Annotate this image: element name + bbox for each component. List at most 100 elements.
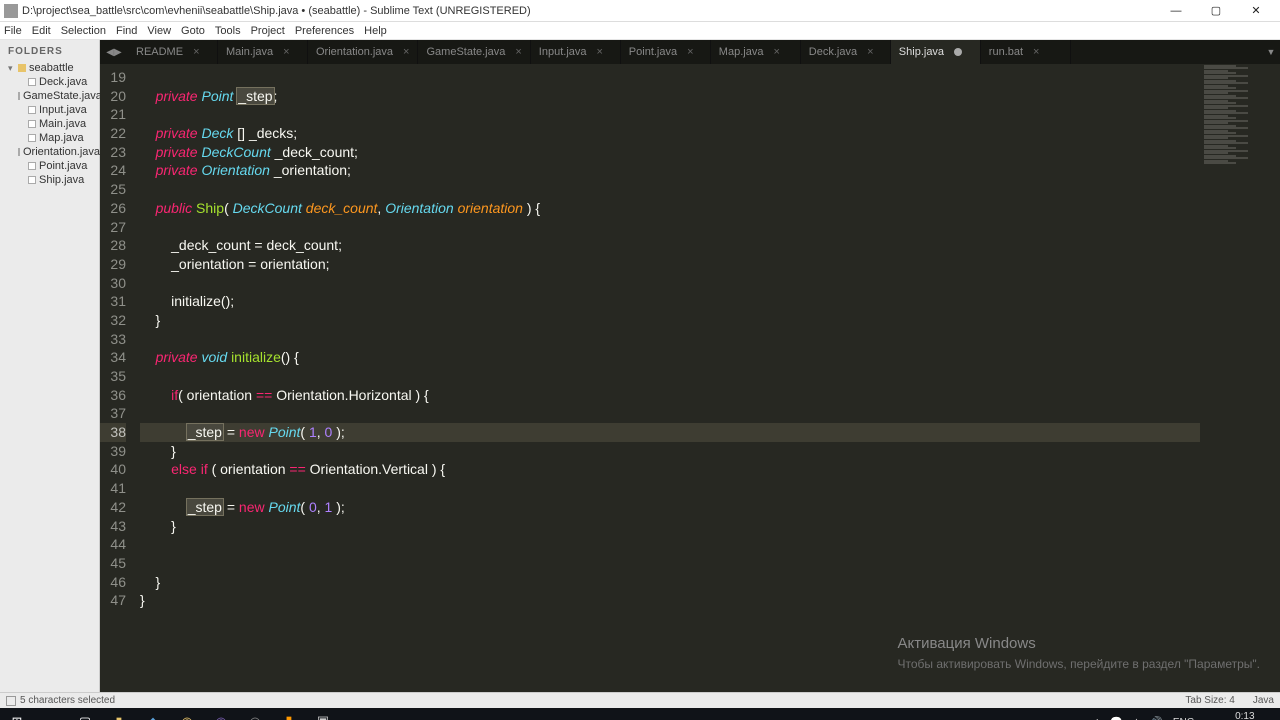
minimize-button[interactable]: — bbox=[1156, 1, 1196, 21]
sidebar-header: FOLDERS bbox=[0, 40, 99, 61]
tab-gamestate[interactable]: GameState.java× bbox=[418, 40, 530, 64]
code-editor[interactable]: 1920212223242526272829303132333435363738… bbox=[100, 64, 1280, 692]
file-label: Deck.java bbox=[39, 76, 87, 88]
app-icon bbox=[4, 4, 18, 18]
file-item[interactable]: Map.java bbox=[0, 131, 99, 145]
maximize-button[interactable]: ▢ bbox=[1196, 1, 1236, 21]
minimap[interactable] bbox=[1200, 64, 1280, 692]
tab-label: Point.java bbox=[629, 46, 677, 58]
tab-orientation[interactable]: Orientation.java × bbox=[308, 40, 418, 64]
status-syntax[interactable]: Java bbox=[1253, 695, 1274, 706]
tab-label: Deck.java bbox=[809, 46, 857, 58]
tab-label: Main.java bbox=[226, 46, 273, 58]
chrome-icon[interactable]: ◉ bbox=[170, 708, 204, 720]
tab-label: Orientation.java bbox=[316, 46, 393, 58]
dirty-icon bbox=[954, 48, 962, 56]
sidebar: FOLDERS ▾seabattle Deck.java GameState.j… bbox=[0, 40, 100, 692]
app-icon-1[interactable]: ◆ bbox=[136, 708, 170, 720]
task-view-button[interactable]: ▢ bbox=[68, 708, 102, 720]
close-icon[interactable]: × bbox=[283, 46, 289, 58]
close-button[interactable]: ✕ bbox=[1236, 1, 1276, 21]
file-item[interactable]: Ship.java bbox=[0, 173, 99, 187]
tab-nav-arrows[interactable]: ◀▶ bbox=[100, 40, 128, 64]
tray-time: 0:13 bbox=[1204, 711, 1254, 720]
file-label: GameState.java bbox=[23, 90, 102, 102]
tray-chevron-icon[interactable]: ˄ bbox=[1094, 717, 1100, 720]
menu-help[interactable]: Help bbox=[364, 25, 387, 37]
menu-goto[interactable]: Goto bbox=[181, 25, 205, 37]
file-item[interactable]: Orientation.java bbox=[0, 145, 99, 159]
status-selection: 5 characters selected bbox=[20, 695, 115, 706]
tray-action-center-icon[interactable]: 💬 bbox=[1110, 717, 1122, 720]
menu-find[interactable]: Find bbox=[116, 25, 137, 37]
tray-network-icon[interactable]: ◬ bbox=[1133, 717, 1141, 720]
close-icon[interactable]: × bbox=[773, 46, 779, 58]
search-button[interactable]: ⌕ bbox=[34, 708, 68, 720]
close-icon[interactable]: × bbox=[193, 46, 199, 58]
folder-label: seabattle bbox=[29, 62, 74, 74]
status-bar: 5 characters selected Tab Size: 4 Java bbox=[0, 692, 1280, 708]
menu-file[interactable]: File bbox=[4, 25, 22, 37]
file-item[interactable]: GameState.java bbox=[0, 89, 99, 103]
window-titlebar: D:\project\sea_battle\src\com\evhenii\se… bbox=[0, 0, 1280, 22]
menu-selection[interactable]: Selection bbox=[61, 25, 106, 37]
close-icon[interactable]: × bbox=[867, 46, 873, 58]
system-tray[interactable]: ˄ 💬 ◬ 🔊 ENG 0:13 12.04.2018 ▭ bbox=[1094, 711, 1280, 720]
menu-tools[interactable]: Tools bbox=[215, 25, 241, 37]
editor-zone: ◀▶ README× Main.java× Orientation.java× … bbox=[100, 40, 1280, 692]
close-icon[interactable]: × bbox=[515, 46, 521, 58]
viber-icon[interactable]: ◉ bbox=[204, 708, 238, 720]
tab-input[interactable]: Input.java × bbox=[531, 40, 621, 64]
tab-label: Map.java bbox=[719, 46, 764, 58]
status-tab-size[interactable]: Tab Size: 4 bbox=[1185, 695, 1234, 706]
menu-preferences[interactable]: Preferences bbox=[295, 25, 354, 37]
watermark-subtitle: Чтобы активировать Windows, перейдите в … bbox=[897, 655, 1260, 674]
close-icon[interactable]: × bbox=[597, 46, 603, 58]
tab-deck[interactable]: Deck.java × bbox=[801, 40, 891, 64]
menu-project[interactable]: Project bbox=[251, 25, 285, 37]
file-item[interactable]: Input.java bbox=[0, 103, 99, 117]
file-label: Map.java bbox=[39, 132, 84, 144]
tab-runbat[interactable]: run.bat × bbox=[981, 40, 1071, 64]
menu-view[interactable]: View bbox=[147, 25, 171, 37]
file-item[interactable]: Main.java bbox=[0, 117, 99, 131]
tab-map[interactable]: Map.java × bbox=[711, 40, 801, 64]
tray-sound-icon[interactable]: 🔊 bbox=[1150, 717, 1162, 720]
start-button[interactable]: ⊞ bbox=[0, 708, 34, 720]
windows-activation-watermark: Активация Windows Чтобы активировать Win… bbox=[897, 635, 1260, 674]
menu-bar: File Edit Selection Find View Goto Tools… bbox=[0, 22, 1280, 40]
selection-icon bbox=[6, 696, 16, 706]
file-explorer-icon[interactable]: ▮ bbox=[102, 708, 136, 720]
windows-taskbar: ⊞ ⌕ ▢ ▮ ◆ ◉ ◉ ◎ ▮ ▣ ˄ 💬 ◬ 🔊 ENG 0:13 12.… bbox=[0, 708, 1280, 720]
tab-ship[interactable]: Ship.java bbox=[891, 40, 981, 64]
file-label: Main.java bbox=[39, 118, 86, 130]
tab-label: Input.java bbox=[539, 46, 587, 58]
tab-bar: ◀▶ README× Main.java× Orientation.java× … bbox=[100, 40, 1280, 64]
tab-point[interactable]: Point.java × bbox=[621, 40, 711, 64]
close-icon[interactable]: × bbox=[1033, 46, 1039, 58]
tray-notifications-icon[interactable]: ▭ bbox=[1265, 717, 1274, 720]
close-icon[interactable]: × bbox=[403, 46, 409, 58]
sublime-icon[interactable]: ▮ bbox=[272, 708, 306, 720]
tab-main[interactable]: Main.java × bbox=[218, 40, 308, 64]
line-gutter: 1920212223242526272829303132333435363738… bbox=[100, 64, 132, 692]
folder-root[interactable]: ▾seabattle bbox=[0, 61, 99, 75]
file-label: Ship.java bbox=[39, 174, 84, 186]
tab-readme[interactable]: README× bbox=[128, 40, 218, 64]
window-title: D:\project\sea_battle\src\com\evhenii\se… bbox=[22, 5, 1156, 17]
tray-clock[interactable]: 0:13 12.04.2018 bbox=[1204, 711, 1254, 720]
file-label: Input.java bbox=[39, 104, 87, 116]
obs-icon[interactable]: ◎ bbox=[238, 708, 272, 720]
file-label: Point.java bbox=[39, 160, 87, 172]
code-area[interactable]: private Point _step; private Deck [] _de… bbox=[132, 64, 1280, 692]
tray-language[interactable]: ENG bbox=[1173, 717, 1195, 720]
tab-label: Ship.java bbox=[899, 46, 944, 58]
tab-overflow-icon[interactable]: ▼ bbox=[1262, 40, 1280, 64]
close-icon[interactable]: × bbox=[687, 46, 693, 58]
terminal-icon[interactable]: ▣ bbox=[306, 708, 340, 720]
file-item[interactable]: Point.java bbox=[0, 159, 99, 173]
file-item[interactable]: Deck.java bbox=[0, 75, 99, 89]
menu-edit[interactable]: Edit bbox=[32, 25, 51, 37]
file-label: Orientation.java bbox=[23, 146, 100, 158]
tab-label: run.bat bbox=[989, 46, 1023, 58]
